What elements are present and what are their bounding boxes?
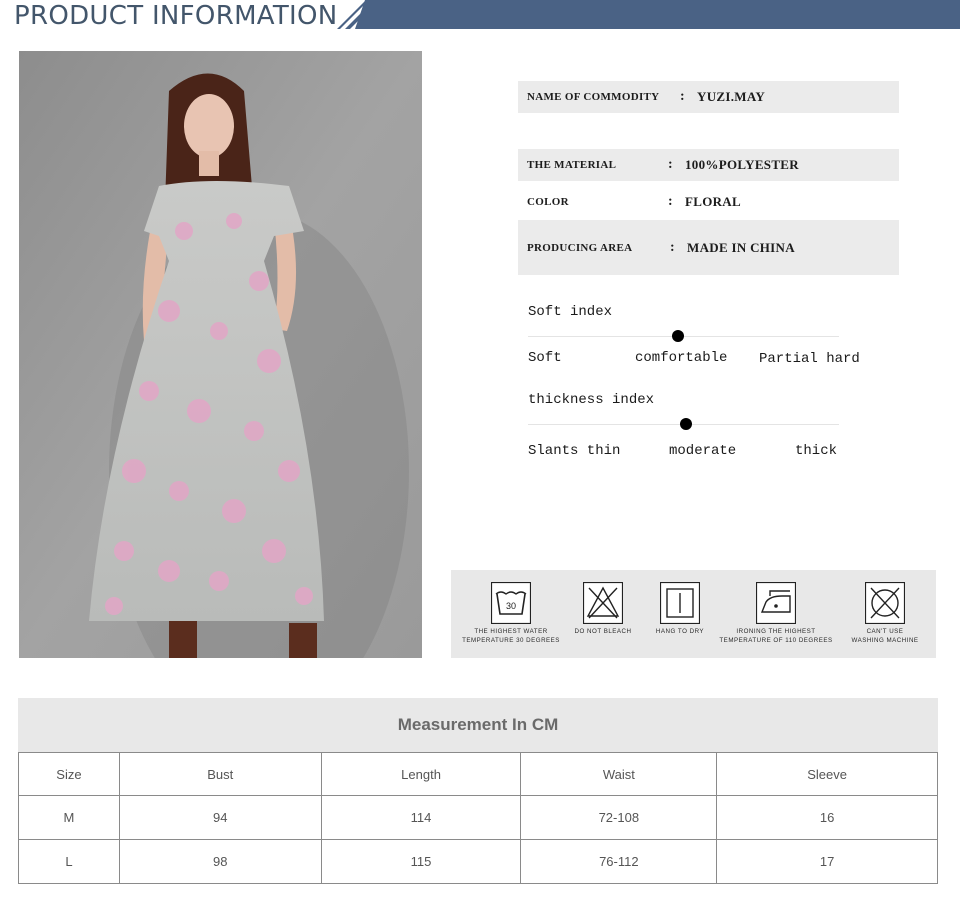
info-separator: :	[668, 194, 673, 209]
care-label-line1: IRONING THE HIGHEST	[736, 628, 816, 635]
measurement-title: Measurement In CM	[18, 698, 938, 752]
thickness-index-low-label: Slants thin	[528, 443, 621, 459]
care-instructions-panel: 30 THE HIGHEST WATER TEMPERATURE 30 DEGR…	[451, 570, 936, 658]
model-dress-illustration	[19, 51, 422, 658]
info-row-material: THE MATERIAL : 100%POLYESTER	[518, 149, 899, 181]
product-photo	[19, 51, 422, 658]
table-row: L 98 115 76-112 17	[18, 839, 938, 884]
info-separator: :	[668, 157, 673, 172]
table-row: M 94 114 72-108 16	[18, 795, 938, 840]
table-cell: 98	[118, 839, 322, 884]
thickness-index-marker	[680, 418, 692, 430]
iron-low-icon	[756, 582, 796, 624]
care-label-line2: WASHING MACHINE	[851, 636, 919, 644]
care-item-iron: IRONING THE HIGHEST TEMPERATURE OF 110 D…	[719, 570, 832, 658]
thickness-index-high-label: thick	[795, 443, 838, 459]
soft-index-marker	[672, 330, 684, 342]
table-cell: 72-108	[520, 795, 718, 840]
column-header-length: Length	[320, 752, 522, 796]
care-item-machine: CAN'T USE WASHING MACHINE	[851, 570, 918, 658]
table-cell: 94	[118, 795, 322, 840]
table-cell: 114	[320, 795, 522, 840]
info-separator: :	[680, 89, 685, 104]
soft-index-mid-label: comfortable	[635, 350, 728, 366]
soft-index-low-label: Soft	[528, 350, 562, 366]
care-label: IRONING THE HIGHEST TEMPERATURE OF 110 D…	[716, 628, 836, 645]
thickness-index-title: thickness index	[528, 392, 655, 408]
table-cell: 76-112	[520, 839, 718, 884]
care-label-line1: CAN'T USE	[866, 628, 904, 635]
info-value: MADE IN CHINA	[687, 239, 795, 255]
info-value: 100%POLYESTER	[685, 157, 799, 172]
table-cell: 115	[320, 839, 522, 884]
no-machine-wash-icon	[865, 582, 905, 624]
info-key: PRODUCING AREA	[527, 241, 633, 254]
soft-index-high-label: Partial hard	[759, 351, 860, 367]
info-key: NAME OF COMMODITY	[527, 91, 660, 103]
wash-temp-label: 30	[506, 601, 516, 611]
column-header-size: Size	[18, 752, 120, 796]
table-cell: L	[18, 839, 120, 884]
care-label: CAN'T USE WASHING MACHINE	[825, 628, 945, 645]
table-cell: M	[18, 795, 120, 840]
info-row-color: COLOR : FLORAL	[518, 187, 899, 217]
care-item-bleach: DO NOT BLEACH	[575, 570, 631, 658]
info-row-commodity: NAME OF COMMODITY : YUZI.MAY	[518, 81, 899, 113]
measurement-table: Size Bust Length Waist Sleeve M 94 114 7…	[18, 752, 938, 884]
table-cell: 17	[716, 839, 938, 884]
column-header-sleeve: Sleeve	[716, 752, 938, 796]
care-item-wash: 30 THE HIGHEST WATER TEMPERATURE 30 DEGR…	[462, 570, 559, 658]
page-title: PRODUCT INFORMATION	[14, 1, 338, 31]
info-value: YUZI.MAY	[697, 89, 766, 104]
table-cell: 16	[716, 795, 938, 840]
wash-30-icon: 30	[491, 582, 531, 624]
info-row-producing-area: PRODUCING AREA : MADE IN CHINA	[518, 220, 899, 275]
hang-dry-icon	[660, 582, 700, 624]
thickness-index-mid-label: moderate	[669, 443, 737, 459]
info-separator: :	[670, 239, 675, 255]
care-label-line2: TEMPERATURE OF 110 DEGREES	[719, 636, 833, 644]
info-key: THE MATERIAL	[527, 159, 617, 171]
care-item-dry: HANG TO DRY	[656, 570, 704, 658]
soft-index-title: Soft index	[528, 304, 613, 320]
column-header-bust: Bust	[118, 752, 322, 796]
column-header-waist: Waist	[520, 752, 718, 796]
table-header-row: Size Bust Length Waist Sleeve	[18, 752, 938, 796]
info-value: FLORAL	[685, 194, 741, 209]
care-label-line2: TEMPERATURE 30 DEGREES	[462, 636, 560, 644]
no-bleach-icon	[583, 582, 623, 624]
info-key: COLOR	[527, 196, 569, 208]
